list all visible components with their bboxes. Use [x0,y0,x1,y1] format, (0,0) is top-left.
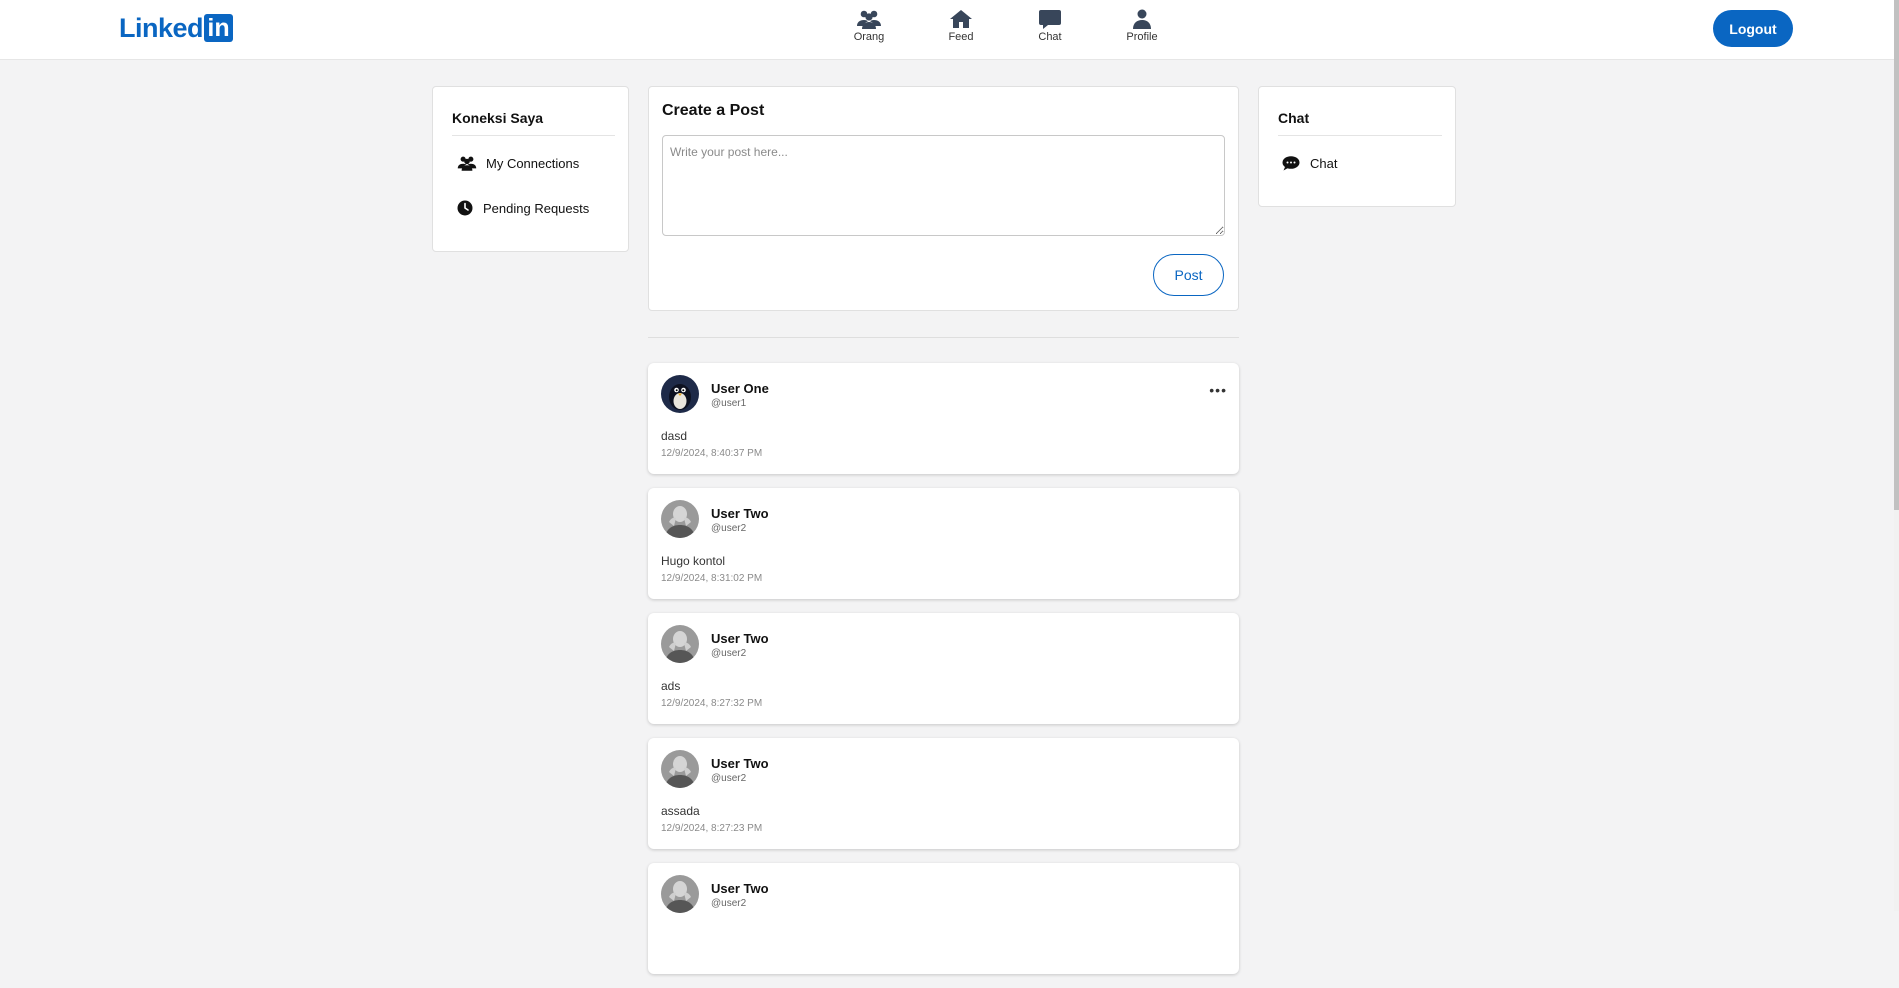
nav-item-orang[interactable]: Orang [834,9,904,43]
chat-card-title: Chat [1278,110,1310,126]
chat-bubbles-icon [1282,156,1300,171]
nav-item-profile[interactable]: Profile [1107,9,1177,43]
post-author-handle: @user2 [711,773,747,784]
chat-bubble-icon [1039,10,1061,29]
sidebar-item-chat[interactable]: Chat [1282,156,1337,171]
nav-item-feed[interactable]: Feed [926,9,996,43]
post-content: Hugo kontol [661,554,726,568]
divider [452,135,615,136]
create-post-card: Create a Post Post [648,86,1239,311]
penguin-avatar[interactable] [661,375,699,413]
photo-avatar[interactable] [661,500,699,538]
post-timestamp: 12/9/2024, 8:40:37 PM [661,448,763,459]
post-timestamp: 12/9/2024, 8:27:23 PM [661,823,763,834]
user-icon [1133,9,1151,29]
home-icon [950,10,972,28]
post-card: User Two @user2 [648,863,1239,974]
post-author-handle: @user1 [711,398,747,409]
post-author-handle: @user2 [711,523,747,534]
top-navbar: Linked in Orang Feed Chat Profile Logout [0,0,1894,60]
nav-label-profile: Profile [1126,31,1158,43]
post-card: User One @user1 ••• dasd 12/9/2024, 8:40… [648,363,1239,474]
sidebar-item-label: Chat [1310,156,1338,171]
clock-icon [457,200,473,216]
nav-label-feed: Feed [948,31,974,43]
sidebar-item-pending-requests[interactable]: Pending Requests [457,200,589,216]
post-feed: User One @user1 ••• dasd 12/9/2024, 8:40… [648,363,1239,988]
connections-title: Koneksi Saya [452,110,544,126]
nav-label-chat: Chat [1038,31,1062,43]
logout-button[interactable]: Logout [1713,10,1793,47]
feed-divider [648,337,1239,338]
nav-item-chat[interactable]: Chat [1015,9,1085,43]
users-icon [457,156,477,171]
photo-avatar[interactable] [661,625,699,663]
post-author-name[interactable]: User Two [711,881,769,896]
connections-card: Koneksi Saya My Connections Pending Requ… [432,86,629,252]
post-textarea[interactable] [662,135,1225,236]
post-author-name[interactable]: User Two [711,631,769,646]
post-card: User Two @user2 ads 12/9/2024, 8:27:32 P… [648,613,1239,724]
post-author-name[interactable]: User Two [711,756,769,771]
scrollbar-thumb[interactable] [1894,0,1899,510]
main-nav: Orang Feed Chat Profile [0,9,1894,49]
post-button[interactable]: Post [1153,254,1224,296]
photo-avatar[interactable] [661,875,699,913]
post-content: dasd [661,429,688,443]
more-options-icon[interactable]: ••• [1209,383,1227,397]
post-content: ads [661,679,681,693]
nav-label-orang: Orang [853,31,885,43]
chat-card: Chat Chat [1258,86,1456,207]
post-author-handle: @user2 [711,898,747,909]
sidebar-item-label: My Connections [486,155,580,171]
post-timestamp: 12/9/2024, 8:31:02 PM [661,573,763,584]
users-icon [857,10,881,29]
divider [1278,135,1442,136]
photo-avatar[interactable] [661,750,699,788]
post-card: User Two @user2 Hugo kontol 12/9/2024, 8… [648,488,1239,599]
post-content: assada [661,804,700,818]
page-scrollbar[interactable] [1894,0,1899,911]
post-card: User Two @user2 assada 12/9/2024, 8:27:2… [648,738,1239,849]
post-author-name[interactable]: User Two [711,506,769,521]
sidebar-item-label: Pending Requests [483,200,590,216]
sidebar-item-my-connections[interactable]: My Connections [457,155,579,171]
post-timestamp: 12/9/2024, 8:27:32 PM [661,698,763,709]
create-post-title: Create a Post [662,102,765,119]
post-author-name[interactable]: User One [711,381,769,396]
post-author-handle: @user2 [711,648,747,659]
